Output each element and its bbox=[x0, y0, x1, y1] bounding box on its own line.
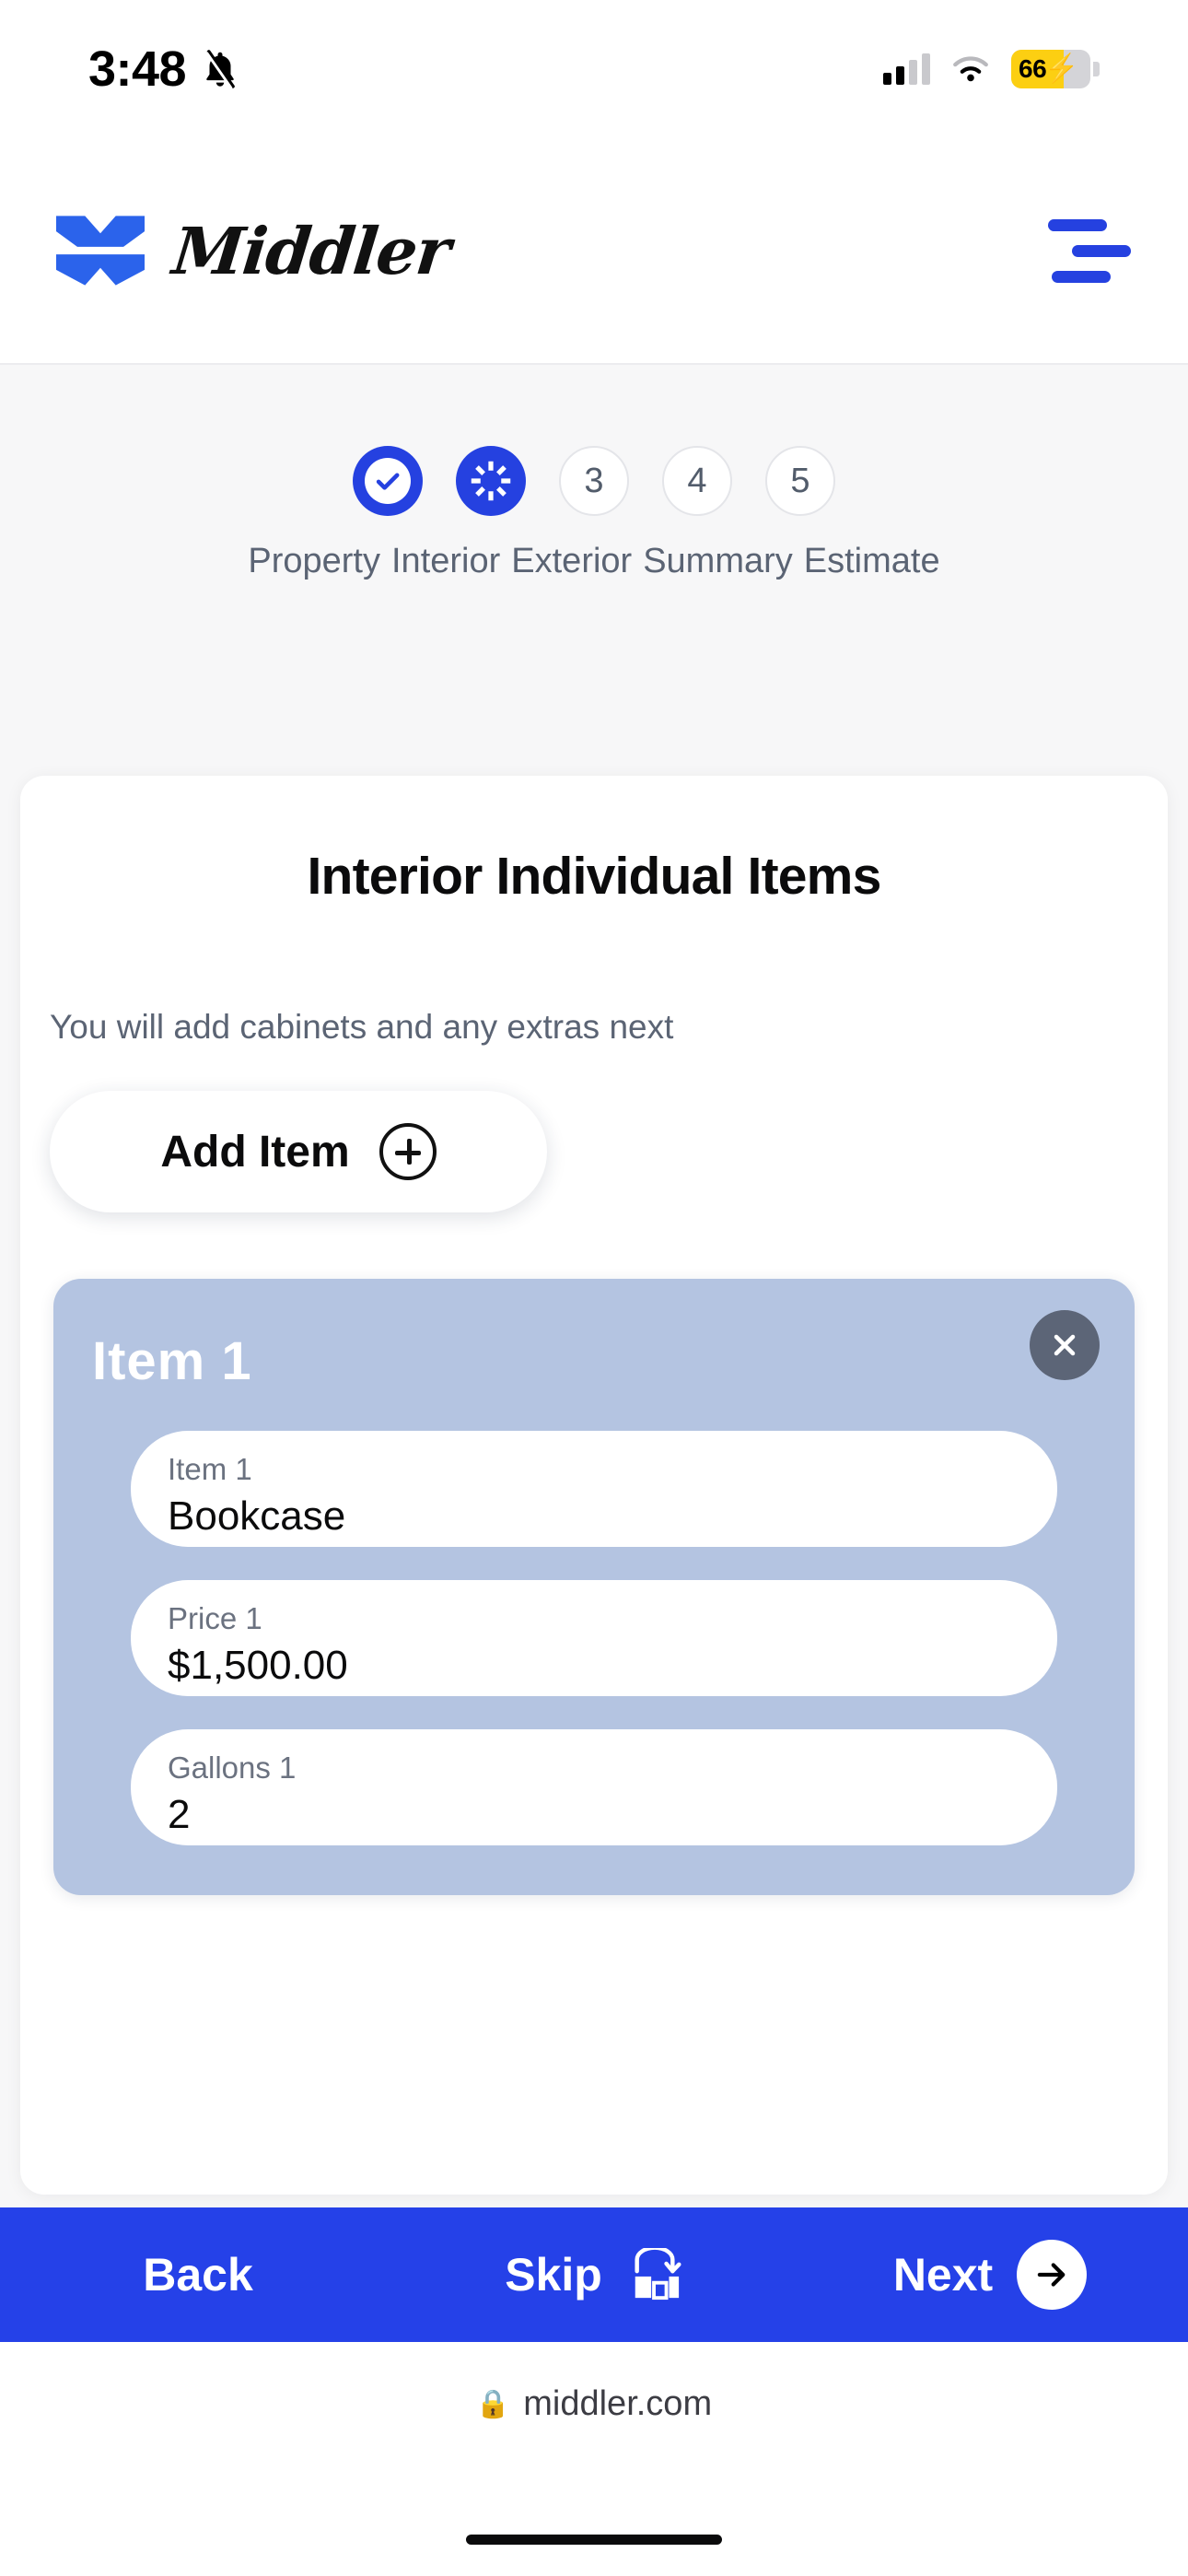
battery-cap bbox=[1093, 62, 1100, 76]
skip-button[interactable]: Skip bbox=[396, 2248, 792, 2301]
stepper-step-number: 5 bbox=[790, 461, 810, 500]
url-row[interactable]: 🔒 middler.com bbox=[476, 2384, 712, 2424]
hamburger-menu-icon[interactable] bbox=[1048, 218, 1136, 283]
add-item-label: Add Item bbox=[160, 1127, 350, 1177]
url-text: middler.com bbox=[523, 2384, 713, 2423]
lock-icon: 🔒 bbox=[475, 2389, 511, 2419]
home-indicator bbox=[466, 2535, 722, 2545]
stepper-step-exterior[interactable]: 3 bbox=[559, 446, 629, 516]
stepper-labels: Property Interior Exterior Summary Estim… bbox=[0, 542, 1188, 581]
item-price-label: Price 1 bbox=[168, 1601, 262, 1636]
page-title: Interior Individual Items bbox=[307, 847, 882, 906]
spinner-icon bbox=[471, 461, 511, 501]
item-gallons-field[interactable]: Gallons 1 2 bbox=[131, 1729, 1057, 1845]
back-button[interactable]: Back bbox=[0, 2248, 396, 2301]
status-bar-right: 66 ⚡ bbox=[883, 50, 1100, 88]
stepper-label-summary: Summary bbox=[643, 542, 793, 580]
item-name-field[interactable]: Item 1 Bookcase bbox=[131, 1431, 1057, 1547]
middler-logo-mark bbox=[56, 216, 145, 286]
stepper-step-number: 4 bbox=[687, 461, 707, 500]
status-bar: 3:48 66 ⚡ bbox=[0, 0, 1188, 138]
stepper-circles: 3 4 5 bbox=[0, 446, 1188, 516]
stepper-label-exterior: Exterior bbox=[511, 542, 633, 580]
page-body: 3 4 5 Property Interior Exterior Summary… bbox=[0, 365, 1188, 2207]
item-name-label: Item 1 bbox=[168, 1452, 252, 1487]
item-card-heading: Item 1 bbox=[92, 1331, 252, 1391]
stepper-step-summary[interactable]: 4 bbox=[662, 446, 732, 516]
stepper-label-property: Property bbox=[248, 542, 380, 580]
next-button[interactable]: Next bbox=[792, 2240, 1188, 2310]
battery-level: 66 bbox=[1019, 54, 1047, 83]
skip-label: Skip bbox=[505, 2249, 602, 2301]
status-bar-clock: 3:48 bbox=[88, 41, 187, 97]
browser-address-bar: 🔒 middler.com bbox=[0, 2342, 1188, 2576]
progress-stepper: 3 4 5 Property Interior Exterior Summary… bbox=[0, 365, 1188, 581]
item-gallons-value: 2 bbox=[168, 1791, 191, 1837]
add-item-button[interactable]: Add Item bbox=[50, 1091, 547, 1212]
content-card: Interior Individual Items You will add c… bbox=[20, 776, 1168, 2195]
next-label: Next bbox=[892, 2249, 994, 2301]
charging-bolt-icon: ⚡ bbox=[1044, 53, 1079, 84]
back-label: Back bbox=[143, 2249, 253, 2301]
check-icon bbox=[365, 458, 411, 504]
status-bar-left: 3:48 bbox=[88, 41, 241, 98]
arrow-right-icon bbox=[1017, 2240, 1088, 2310]
item-gallons-label: Gallons 1 bbox=[168, 1751, 297, 1786]
close-x-icon[interactable] bbox=[1030, 1310, 1100, 1380]
page-subtitle: You will add cabinets and any extras nex… bbox=[50, 1008, 674, 1046]
stepper-label-estimate: Estimate bbox=[803, 542, 940, 580]
skip-forward-icon bbox=[635, 2248, 681, 2301]
stepper-step-property[interactable] bbox=[353, 446, 423, 516]
stepper-step-number: 3 bbox=[584, 461, 604, 500]
stepper-step-interior[interactable] bbox=[456, 446, 526, 516]
cellular-signal-icon bbox=[883, 53, 930, 85]
item-price-value: $1,500.00 bbox=[168, 1642, 348, 1688]
stepper-label-interior: Interior bbox=[391, 542, 501, 580]
wifi-icon bbox=[953, 56, 988, 82]
bottom-navigation-bar: Back Skip Next bbox=[0, 2207, 1188, 2342]
plus-circle-icon bbox=[379, 1123, 437, 1180]
item-card: Item 1 Item 1 Bookcase Price 1 $1,500.00… bbox=[53, 1279, 1135, 1895]
app-header: Middler bbox=[0, 138, 1188, 365]
brand-name: Middler bbox=[169, 212, 453, 289]
battery-indicator: 66 ⚡ bbox=[1011, 50, 1090, 88]
item-price-field[interactable]: Price 1 $1,500.00 bbox=[131, 1580, 1057, 1696]
brand-logo[interactable]: Middler bbox=[52, 206, 453, 295]
item-name-value: Bookcase bbox=[168, 1493, 346, 1539]
bell-muted-icon bbox=[199, 48, 241, 90]
stepper-step-estimate[interactable]: 5 bbox=[765, 446, 835, 516]
